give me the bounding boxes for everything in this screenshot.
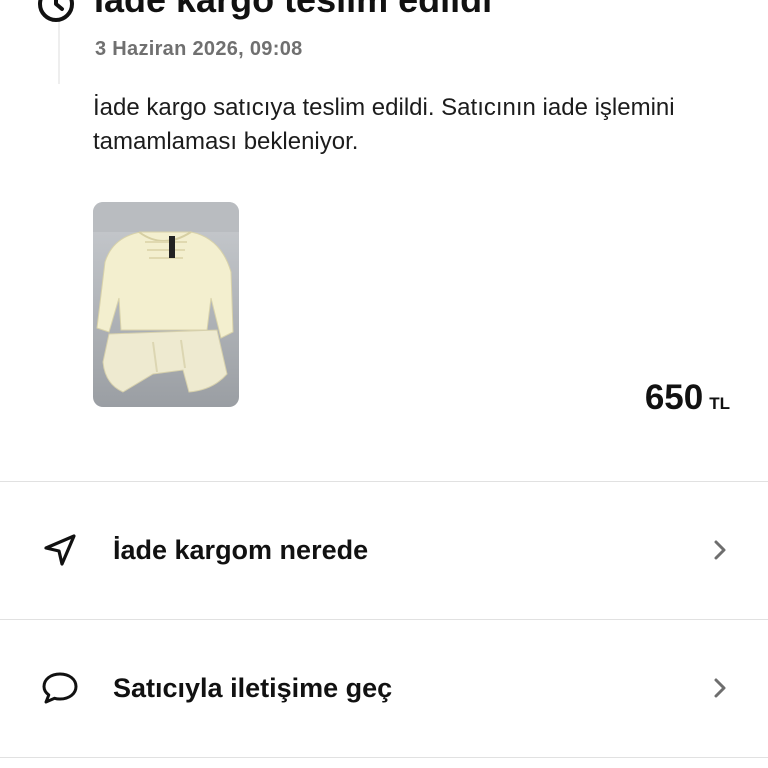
product-price: 650 TL [645, 378, 730, 418]
track-return-label: İade kargom nerede [113, 535, 369, 565]
timeline-line [58, 18, 60, 84]
navigation-arrow-icon [44, 534, 76, 566]
chevron-right-icon [714, 678, 726, 698]
status-date: 3 Haziran 2026, 09:08 [95, 38, 303, 60]
divider [0, 757, 768, 758]
status-section: İade kargo teslim edildi 3 Haziran 2026,… [0, 0, 768, 440]
contact-seller-button[interactable]: Satıcıyla iletişime geç [0, 620, 768, 757]
price-currency: TL [709, 394, 730, 413]
status-title: İade kargo teslim edildi [94, 0, 492, 22]
track-return-button[interactable]: İade kargom nerede [0, 482, 768, 619]
chat-bubble-icon [42, 672, 78, 704]
price-amount: 650 [644, 378, 704, 417]
product-image[interactable] [93, 202, 239, 407]
clock-icon [38, 0, 74, 22]
contact-seller-label: Satıcıyla iletişime geç [113, 673, 393, 703]
chevron-right-icon [714, 540, 726, 560]
status-description: İade kargo satıcıya teslim edildi. Satıc… [93, 94, 675, 155]
